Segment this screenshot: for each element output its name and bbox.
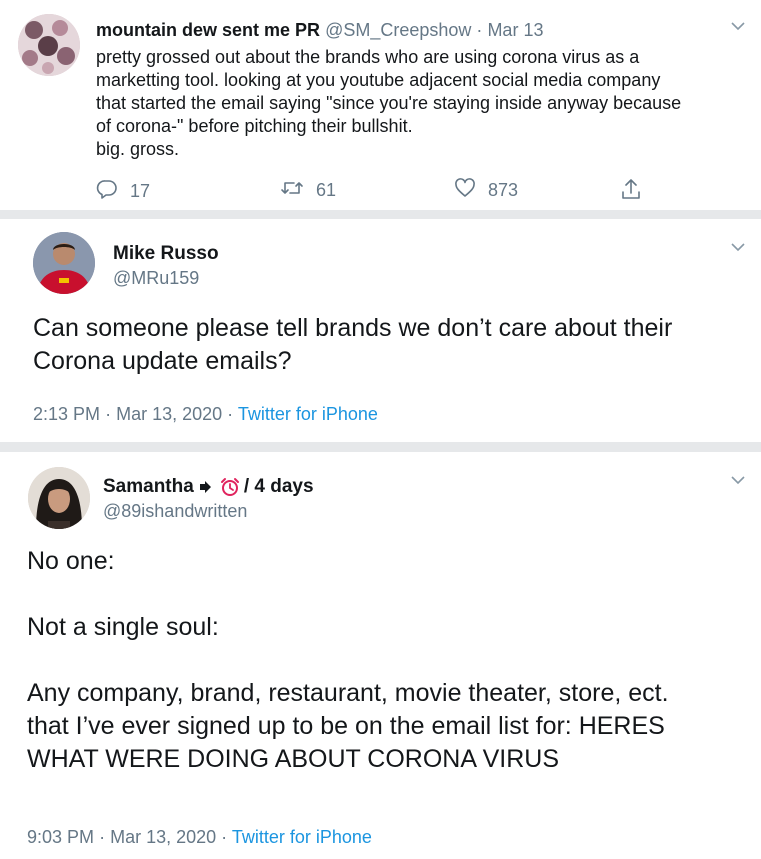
reply-icon xyxy=(96,178,130,205)
tweet-meta: 9:03 PM · Mar 13, 2020 · Twitter for iPh… xyxy=(27,827,372,848)
tweet-text: Can someone please tell brands we don’t … xyxy=(33,314,673,375)
tweet-date[interactable]: Mar 13, 2020 xyxy=(116,404,222,424)
retweet-button[interactable]: 61 xyxy=(280,178,336,203)
tweet-text: pretty grossed out about the brands who … xyxy=(96,47,682,159)
display-name-text: Samantha xyxy=(103,476,194,497)
tweet-card[interactable]: mountain dew sent me PR @SM_Creepshow · … xyxy=(0,0,761,210)
tweet-time[interactable]: 9:03 PM xyxy=(27,827,94,847)
arrow-right-icon xyxy=(198,480,212,494)
tweet-text: No one: Not a single soul: Any company, … xyxy=(27,547,669,773)
separator: · xyxy=(221,827,228,847)
display-name[interactable]: mountain dew sent me PR xyxy=(96,20,320,40)
avatar[interactable] xyxy=(18,14,80,76)
display-name[interactable]: Mike Russo xyxy=(113,243,219,265)
tweet-date[interactable]: Mar 13 xyxy=(487,20,543,40)
reply-count: 17 xyxy=(130,181,151,201)
separator: · xyxy=(476,20,483,40)
source-link[interactable]: Twitter for iPhone xyxy=(232,827,372,847)
source-link[interactable]: Twitter for iPhone xyxy=(238,404,378,424)
handle[interactable]: @MRu159 xyxy=(113,268,199,289)
alarm-clock-icon xyxy=(220,477,240,497)
like-count: 873 xyxy=(488,180,519,200)
tweet-time[interactable]: 2:13 PM xyxy=(33,404,100,424)
avatar[interactable] xyxy=(28,467,90,529)
chevron-down-icon[interactable] xyxy=(731,22,745,31)
display-name[interactable]: Samantha / 4 days xyxy=(103,476,314,498)
tweet-meta: 2:13 PM · Mar 13, 2020 · Twitter for iPh… xyxy=(33,404,378,425)
share-button[interactable] xyxy=(621,178,653,205)
tweet-date[interactable]: Mar 13, 2020 xyxy=(110,827,216,847)
tweet-actions: 17 61 873 xyxy=(96,178,656,204)
reply-button[interactable]: 17 xyxy=(96,178,150,205)
chevron-down-icon[interactable] xyxy=(731,243,745,252)
share-icon xyxy=(621,178,653,205)
chevron-down-icon[interactable] xyxy=(731,476,745,485)
like-button[interactable]: 873 xyxy=(454,178,518,203)
retweet-count: 61 xyxy=(316,180,337,200)
tweet-header: mountain dew sent me PR @SM_Creepshow · … xyxy=(96,20,543,41)
separator: · xyxy=(105,404,112,424)
handle[interactable]: @89ishandwritten xyxy=(103,501,247,522)
like-icon xyxy=(454,178,488,203)
separator: · xyxy=(227,404,234,424)
handle[interactable]: @SM_Creepshow xyxy=(325,20,471,40)
retweet-icon xyxy=(280,178,316,203)
avatar[interactable] xyxy=(33,232,95,294)
separator: · xyxy=(99,827,106,847)
display-name-suffix: / 4 days xyxy=(243,476,314,497)
